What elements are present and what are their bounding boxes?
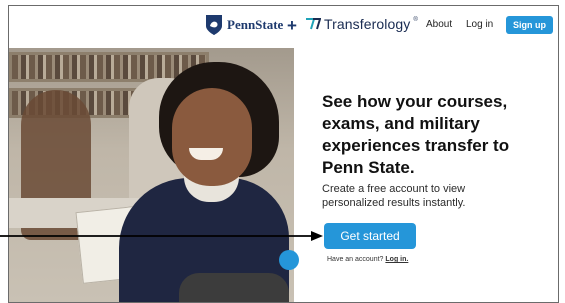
get-started-button[interactable]: Get started [324,223,416,249]
student-face [172,88,252,186]
chair [179,273,289,302]
penn-state-logo[interactable]: PennState [205,14,283,36]
have-account-text: Have an account? Log in. [327,256,408,263]
hero-subtext: Create a free account to view personaliz… [322,183,466,209]
transferology-logo[interactable]: Transferology ® [305,16,418,32]
nav-login-link[interactable]: Log in [466,19,493,30]
penn-state-wordmark: PennState [227,17,284,32]
hero-photo [9,48,294,302]
nav-about-link[interactable]: About [426,19,452,30]
hero-headline: See how your courses, exams, and militar… [322,92,510,177]
page-frame: PennState + Transferology ® About Log in… [8,5,559,303]
plus-sign: + [287,16,297,35]
penn-state-shield-icon [206,15,222,35]
transferology-wordmark: Transferology [324,16,411,32]
transferology-logo-icon [306,18,321,30]
site-header: PennState + Transferology ® About Log in… [9,6,558,46]
login-link[interactable]: Log in. [385,256,408,263]
signup-button[interactable]: Sign up [506,16,553,34]
have-account-label: Have an account? [327,256,384,263]
registered-mark: ® [413,17,418,23]
scroll-indicator-icon[interactable] [279,250,299,270]
